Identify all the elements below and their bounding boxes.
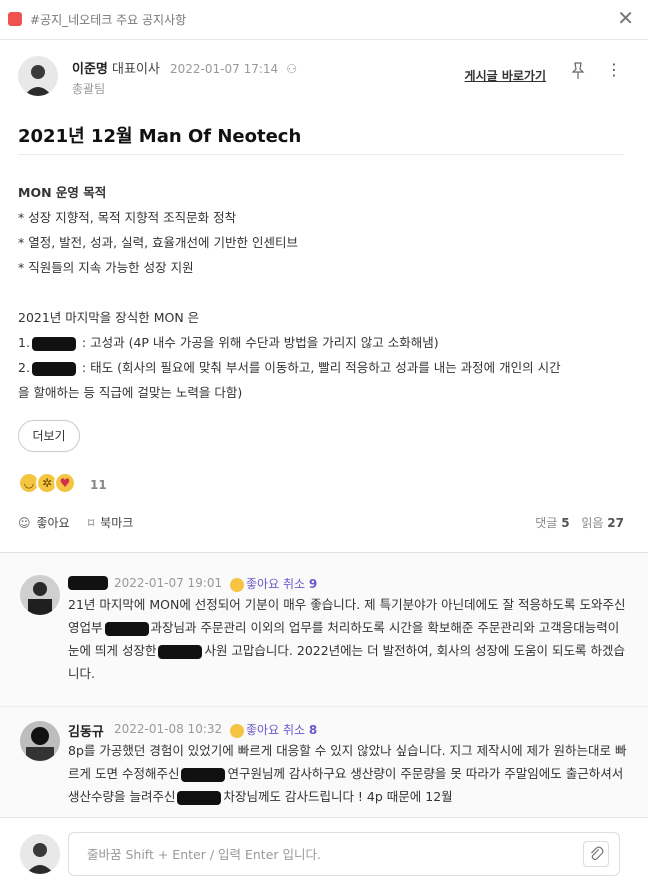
close-icon[interactable]: ✕ xyxy=(617,8,634,28)
my-avatar xyxy=(20,834,60,874)
comment-divider xyxy=(0,706,648,707)
like-count: 8 xyxy=(308,723,318,737)
author-name[interactable]: 이준명 xyxy=(72,62,108,77)
comment-input-box xyxy=(68,832,620,876)
channel-name: #공지_네오테크 주요 공지사항 xyxy=(30,13,187,27)
body-line: 1. : 고성과 (4P 내수 가공을 위해 수단과 방법을 가리지 않고 소화… xyxy=(18,330,624,355)
comment-text-part: 차장님께도 감사드립니다 ! 4p 때문에 12월 xyxy=(223,789,453,804)
redaction xyxy=(158,644,203,659)
body-line: 을 할애하는 등 직급에 걸맞는 노력을 다함) xyxy=(18,385,243,400)
comment-date: 2022-01-07 19:01 xyxy=(114,576,223,590)
list-text: : 태도 (회사의 필요에 맞춰 부서를 이동하고, 빨리 적응하고 성과를 내… xyxy=(77,360,561,375)
redaction xyxy=(177,790,222,805)
redaction xyxy=(31,336,76,351)
reaction-count: 11 xyxy=(90,478,107,492)
like-label: 좋아요 xyxy=(246,723,280,737)
body-line: 2021년 마지막을 장식한 MON 은 xyxy=(18,310,200,325)
comment-like-status[interactable]: 좋아요 취소 8 xyxy=(230,721,317,738)
pin-icon[interactable] xyxy=(570,62,586,80)
post-date: 2022-01-07 17:14 xyxy=(170,62,279,76)
post-stats: 댓글 5 읽음 27 xyxy=(535,514,624,531)
list-number: 2. xyxy=(18,360,30,375)
window-header: #공지_네오테크 주요 공지사항 ✕ xyxy=(0,0,648,40)
smile-icon: ☺ xyxy=(18,516,31,530)
bookmark-icon: ⌑ xyxy=(88,516,95,530)
body-line: * 성장 지향적, 목적 지향적 조직문화 정착 xyxy=(18,210,237,225)
more-button[interactable]: 더보기 xyxy=(18,420,80,452)
list-text: : 고성과 (4P 내수 가공을 위해 수단과 방법을 가리지 않고 소화해냄) xyxy=(77,335,439,350)
smile-icon xyxy=(230,577,244,592)
cancel-like[interactable]: 취소 xyxy=(283,723,305,737)
redaction xyxy=(68,575,108,590)
action-row: ☺ 좋아요 ⌑ 북마크 댓글 5 읽음 27 xyxy=(18,514,624,534)
author-avatar[interactable] xyxy=(18,56,58,96)
comment-date: 2022-01-08 10:32 xyxy=(114,722,223,736)
comment-input[interactable] xyxy=(87,844,567,864)
body-line: * 열정, 발전, 성과, 실력, 효율개선에 기반한 인센티브 xyxy=(18,235,298,250)
comment-like-status[interactable]: 좋아요 취소 9 xyxy=(230,575,317,592)
post-title: 2021년 12월 Man Of Neotech xyxy=(18,126,302,147)
title-divider xyxy=(18,154,624,155)
redaction xyxy=(181,767,226,782)
comment-text: 8p를 가공했던 경험이 있었기에 빠르게 대응할 수 있지 않았나 싶습니다.… xyxy=(68,739,628,808)
comment-count: 5 xyxy=(561,516,570,530)
redaction xyxy=(31,361,76,376)
like-button[interactable]: ☺ 좋아요 xyxy=(18,514,70,531)
commenter-name xyxy=(68,575,110,590)
post-body: MON 운영 목적 * 성장 지향적, 목적 지향적 조직문화 정착 * 열정,… xyxy=(18,180,624,405)
bookmark-button[interactable]: ⌑ 북마크 xyxy=(88,514,133,531)
comment-label: 댓글 xyxy=(535,516,558,530)
body-line: * 직원들의 지속 가능한 성장 지원 xyxy=(18,260,194,275)
more-options-icon[interactable]: ⋮ xyxy=(606,60,622,79)
people-icon: ⚇ xyxy=(286,62,298,76)
comment-input-bar xyxy=(0,817,648,889)
bookmark-label: 북마크 xyxy=(100,516,134,530)
list-number: 1. xyxy=(18,335,30,350)
heart-eyes-emoji-icon: ♥ xyxy=(54,472,76,494)
author-team: 총괄팀 xyxy=(72,82,106,96)
attach-icon[interactable] xyxy=(583,841,609,867)
channel-color-icon xyxy=(8,12,22,26)
like-count: 9 xyxy=(308,577,318,591)
commenter-name: 김동규 xyxy=(68,725,104,740)
smile-icon xyxy=(230,723,244,738)
body-line: 2. : 태도 (회사의 필요에 맞춰 부서를 이동하고, 빨리 적응하고 성과… xyxy=(18,355,624,380)
body-blank xyxy=(18,280,624,305)
read-label: 읽음 xyxy=(581,516,604,530)
read-count: 27 xyxy=(607,516,624,530)
author-role: 대표이사 xyxy=(112,62,160,77)
body-heading: MON 운영 목적 xyxy=(18,185,107,200)
goto-post-link[interactable]: 게시글 바로가기 xyxy=(465,67,546,84)
commenter-avatar[interactable] xyxy=(20,721,60,761)
like-label: 좋아요 xyxy=(246,577,280,591)
commenter-avatar[interactable] xyxy=(20,575,60,615)
cancel-like[interactable]: 취소 xyxy=(283,577,305,591)
comment-text: 21년 마지막에 MON에 선정되어 기분이 매우 좋습니다. 제 특기분야가 … xyxy=(68,593,628,685)
like-label: 좋아요 xyxy=(36,516,70,530)
author-line: 이준명 대표이사 2022-01-07 17:14 ⚇ xyxy=(72,58,297,77)
redaction xyxy=(104,621,149,636)
